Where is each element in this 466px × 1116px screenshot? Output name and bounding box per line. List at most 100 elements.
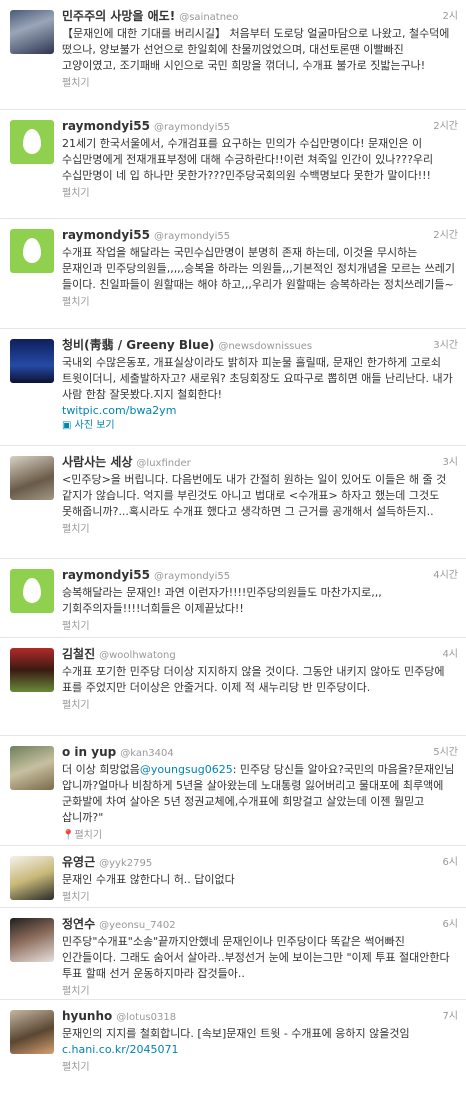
user-name[interactable]: 민주주의 사망을 애도!: [62, 9, 175, 23]
tweet-item[interactable]: raymondyi55 @raymondyi55 2시간 수개표 작업을 해달라는…: [0, 219, 466, 329]
user-name[interactable]: 김철진: [62, 647, 95, 661]
user-name[interactable]: raymondyi55: [62, 568, 150, 582]
tweet-content: o in yup @kan3404 5시간 더 이상 희망없음@youngsug0…: [62, 744, 458, 843]
user-handle[interactable]: @woolhwatong: [99, 650, 176, 661]
user-handle[interactable]: @lotus0318: [116, 1012, 176, 1023]
user-name[interactable]: 유영근: [62, 855, 95, 869]
default-egg-avatar[interactable]: [10, 120, 54, 164]
user-handle[interactable]: @sainatneo: [179, 12, 238, 23]
avatar[interactable]: [10, 918, 54, 962]
tweet-text: 수개표 작업을 해달라는 국민수십만명이 분명히 존재 하는데, 이것을 무시하…: [62, 246, 456, 291]
tweet-header: 민주주의 사망을 애도! @sainatneo 2시: [62, 8, 458, 25]
tweet-content: raymondyi55 @raymondyi55 4시간 승복해달라는 문재인! …: [62, 567, 458, 634]
tweet-content: 청비(靑翡 / Greeny Blue) @newsdownissues 3시간 …: [62, 337, 458, 433]
tweet-header: hyunho @lotus0318 7시: [62, 1008, 458, 1025]
user-name[interactable]: 정연수: [62, 917, 95, 931]
expand-link[interactable]: 펼치기: [62, 699, 458, 713]
default-egg-avatar[interactable]: [10, 229, 54, 273]
expand-link[interactable]: 펼치기: [62, 891, 458, 905]
user-handle[interactable]: @luxfinder: [136, 458, 190, 469]
view-photo-link[interactable]: ▣ 사진 보기: [62, 419, 458, 433]
tweet-text: 문재인 수개표 않한다니 허.. 답이없다: [62, 873, 235, 886]
tweet-time[interactable]: 2시: [442, 8, 458, 25]
tweet-content: 정연수 @yeonsu_7402 6시 민주당"수개표"소송"끝까지안했네 문재인…: [62, 916, 458, 999]
avatar[interactable]: [10, 456, 54, 500]
user-handle[interactable]: @newsdownissues: [218, 341, 312, 352]
tweet-text: 문재인의 지지를 철회합니다. [속보]문재인 트윗 - 수개표에 응하지 않을…: [62, 1026, 458, 1058]
expand-link[interactable]: 펼치기: [62, 985, 458, 999]
tweet-text: 더 이상 희망없음@youngsug0625: 민주당 당신들 알아요?국민의 …: [62, 762, 458, 826]
tweet-content: 사람사는 세상 @luxfinder 3시 <민주당>을 버립니다. 다음번에도 …: [62, 454, 458, 537]
tweet-link[interactable]: c.hani.co.kr/2045071: [62, 1043, 178, 1056]
user-name[interactable]: 사람사는 세상: [62, 455, 132, 469]
tweet-item[interactable]: 김철진 @woolhwatong 4시 수개표 포기한 민주당 더이상 지지하지 …: [0, 638, 466, 736]
expand-link[interactable]: 펼치기: [62, 620, 458, 634]
tweet-text: 국내외 수많은동포, 개표실상이라도 밝히자 피눈물 흘릴때, 문재인 한가하게…: [62, 355, 458, 419]
tweet-text: 21세기 한국서울에서, 수개검표를 요구하는 민의가 수십만명이다! 문재인은…: [62, 137, 434, 182]
location-pin-icon: 📍: [62, 830, 75, 841]
tweet-time[interactable]: 6시: [442, 854, 458, 871]
tweet-content: 민주주의 사망을 애도! @sainatneo 2시 【문재인에 대한 기대를 버…: [62, 8, 458, 91]
avatar[interactable]: [10, 339, 54, 383]
tweet-item[interactable]: 유영근 @yyk2795 6시 문재인 수개표 않한다니 허.. 답이없다 펼치기: [0, 846, 466, 908]
expand-link[interactable]: 펼치기: [62, 1061, 458, 1075]
user-name[interactable]: o in yup: [62, 745, 116, 759]
tweet-text: 【문재인에 대한 기대를 버리시길】 처음부터 도로당 얼굴마담으로 나왔고, …: [62, 27, 450, 72]
tweet-item[interactable]: 정연수 @yeonsu_7402 6시 민주당"수개표"소송"끝까지안했네 문재인…: [0, 908, 466, 1000]
user-name[interactable]: raymondyi55: [62, 119, 150, 133]
avatar[interactable]: [10, 1010, 54, 1054]
tweet-time[interactable]: 4시간: [433, 567, 458, 584]
tweet-time[interactable]: 3시간: [433, 337, 458, 354]
tweet-time[interactable]: 3시: [442, 454, 458, 471]
tweet-content: hyunho @lotus0318 7시 문재인의 지지를 철회합니다. [속보]…: [62, 1008, 458, 1075]
tweet-header: raymondyi55 @raymondyi55 2시간: [62, 118, 458, 135]
expand-link[interactable]: 펼치기: [62, 187, 458, 201]
tweet-content: 김철진 @woolhwatong 4시 수개표 포기한 민주당 더이상 지지하지 …: [62, 646, 458, 713]
tweet-header: 청비(靑翡 / Greeny Blue) @newsdownissues 3시간: [62, 337, 458, 354]
tweet-time[interactable]: 2시간: [433, 118, 458, 135]
tweet-header: raymondyi55 @raymondyi55 2시간: [62, 227, 458, 244]
user-name[interactable]: raymondyi55: [62, 228, 150, 242]
expand-link[interactable]: 펼치기: [62, 296, 458, 310]
tweet-content: raymondyi55 @raymondyi55 2시간 수개표 작업을 해달라는…: [62, 227, 458, 310]
tweet-item[interactable]: 청비(靑翡 / Greeny Blue) @newsdownissues 3시간 …: [0, 329, 466, 446]
mention-link[interactable]: @youngsug0625: [140, 763, 233, 776]
user-handle[interactable]: @kan3404: [120, 748, 174, 759]
tweet-header: o in yup @kan3404 5시간: [62, 744, 458, 761]
user-name[interactable]: 청비(靑翡 / Greeny Blue): [62, 338, 214, 352]
tweet-link[interactable]: twitpic.com/bwa2ym: [62, 404, 176, 417]
avatar[interactable]: [10, 10, 54, 54]
tweet-item[interactable]: raymondyi55 @raymondyi55 2시간 21세기 한국서울에서,…: [0, 110, 466, 219]
photo-icon: ▣: [62, 420, 72, 431]
expand-link[interactable]: 펼치기: [62, 523, 458, 537]
expand-link[interactable]: 📍펼치기: [62, 829, 458, 843]
user-handle[interactable]: @yyk2795: [99, 858, 152, 869]
tweet-header: 사람사는 세상 @luxfinder 3시: [62, 454, 458, 471]
user-handle[interactable]: @raymondyi55: [154, 231, 230, 242]
tweet-time[interactable]: 5시간: [433, 744, 458, 761]
tweet-time[interactable]: 2시간: [433, 227, 458, 244]
user-name[interactable]: hyunho: [62, 1009, 112, 1023]
tweet-time[interactable]: 7시: [442, 1008, 458, 1025]
tweet-header: 김철진 @woolhwatong 4시: [62, 646, 458, 663]
avatar[interactable]: [10, 856, 54, 900]
default-egg-avatar[interactable]: [10, 569, 54, 613]
tweet-timeline: 민주주의 사망을 애도! @sainatneo 2시 【문재인에 대한 기대를 버…: [0, 0, 466, 1080]
tweet-item[interactable]: raymondyi55 @raymondyi55 4시간 승복해달라는 문재인! …: [0, 559, 466, 638]
user-handle[interactable]: @raymondyi55: [154, 122, 230, 133]
user-handle[interactable]: @raymondyi55: [154, 571, 230, 582]
avatar[interactable]: [10, 746, 54, 790]
tweet-time[interactable]: 4시: [442, 646, 458, 663]
expand-label: 펼치기: [74, 830, 103, 841]
tweet-time[interactable]: 6시: [442, 916, 458, 933]
tweet-item[interactable]: o in yup @kan3404 5시간 더 이상 희망없음@youngsug0…: [0, 736, 466, 846]
tweet-text: <민주당>을 버립니다. 다음번에도 내가 간절히 원하는 일이 있어도 이들은…: [62, 473, 447, 518]
tweet-item[interactable]: 사람사는 세상 @luxfinder 3시 <민주당>을 버립니다. 다음번에도 …: [0, 446, 466, 559]
user-handle[interactable]: @yeonsu_7402: [99, 920, 176, 931]
tweet-content: 유영근 @yyk2795 6시 문재인 수개표 않한다니 허.. 답이없다 펼치기: [62, 854, 458, 905]
expand-link[interactable]: 펼치기: [62, 77, 458, 91]
tweet-text-body: 국내외 수많은동포, 개표실상이라도 밝히자 피눈물 흘릴때, 문재인 한가하게…: [62, 356, 453, 401]
avatar[interactable]: [10, 648, 54, 692]
tweet-item[interactable]: 민주주의 사망을 애도! @sainatneo 2시 【문재인에 대한 기대를 버…: [0, 0, 466, 110]
tweet-item[interactable]: hyunho @lotus0318 7시 문재인의 지지를 철회합니다. [속보]…: [0, 1000, 466, 1080]
